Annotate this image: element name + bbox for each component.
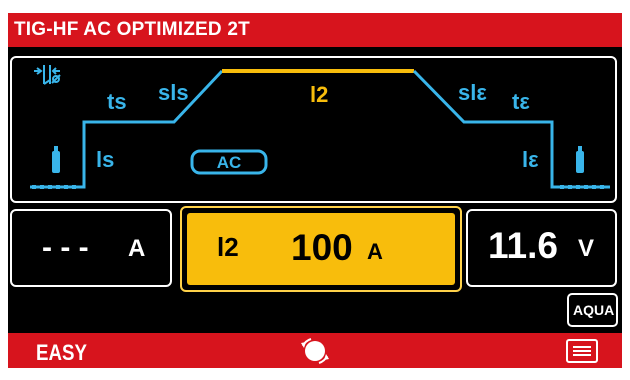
label-te: tε bbox=[512, 89, 530, 114]
label-sle: slε bbox=[458, 80, 487, 105]
welding-cycle-graph: AC ts sls ls l2 slε tε lε bbox=[10, 56, 617, 203]
main-current-unit: A bbox=[367, 239, 383, 264]
process-title: TIG-HF AC OPTIMIZED 2T bbox=[14, 19, 250, 40]
label-le: lε bbox=[522, 147, 539, 172]
ac-mode-badge: AC bbox=[190, 149, 268, 175]
rotary-knob-icon[interactable] bbox=[300, 337, 330, 365]
title-bar: TIG-HF AC OPTIMIZED 2T bbox=[8, 13, 622, 47]
gas-cylinder-icon bbox=[52, 146, 60, 173]
voltage-value: 11.6 bbox=[488, 225, 558, 266]
gas-cylinder-icon bbox=[576, 146, 584, 173]
label-ls: ls bbox=[96, 147, 114, 172]
hf-start-icon bbox=[34, 65, 61, 85]
label-sls: sls bbox=[158, 80, 189, 105]
main-current-label: l2 bbox=[217, 232, 239, 262]
label-ts: ts bbox=[107, 89, 127, 114]
menu-list-icon[interactable] bbox=[566, 339, 598, 363]
preset-current-box[interactable]: - - - A bbox=[10, 209, 172, 287]
main-current-value: 100 bbox=[291, 227, 353, 268]
machine-display: TIG-HF AC OPTIMIZED 2T AC ts sls ls l2 s… bbox=[8, 13, 622, 368]
main-current-box[interactable]: l2 100 A bbox=[180, 206, 462, 292]
voltage-unit: V bbox=[578, 235, 595, 262]
preset-current-unit: A bbox=[128, 235, 146, 262]
aqua-button[interactable]: AQUA bbox=[567, 293, 618, 327]
aqua-label: AQUA bbox=[573, 302, 615, 318]
ac-mode-label: AC bbox=[217, 153, 242, 172]
bottom-bar: EASY bbox=[8, 333, 622, 368]
easy-mode-label[interactable]: EASY bbox=[36, 340, 87, 366]
label-l2: l2 bbox=[310, 82, 328, 107]
voltage-box[interactable]: 11.6 V bbox=[466, 209, 617, 287]
preset-current-value: - - - bbox=[42, 231, 89, 264]
main-current-panel: l2 100 A bbox=[187, 213, 455, 285]
